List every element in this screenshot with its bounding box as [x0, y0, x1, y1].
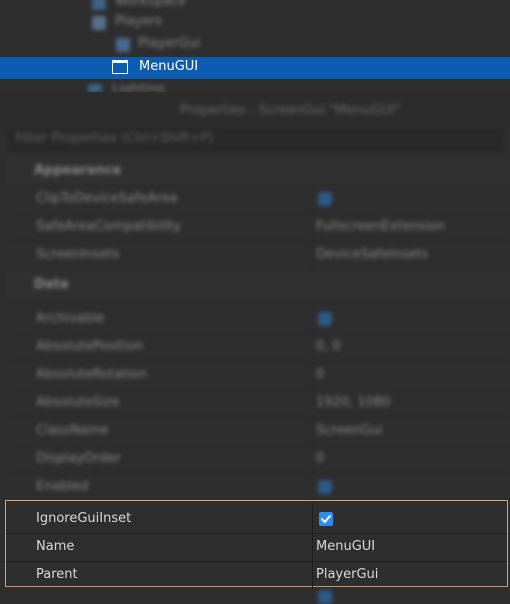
property-value: 1920, 1080 — [316, 395, 391, 410]
property-name: SafeAreaCompatibility — [36, 219, 182, 234]
property-name: IgnoreGuiInset — [36, 511, 132, 526]
property-name: ScreenInsets — [36, 247, 120, 262]
workspace-icon — [92, 0, 106, 10]
section-label: Appearance — [34, 163, 122, 178]
property-row[interactable]: ClipToDeviceSafeArea — [6, 186, 510, 214]
property-row[interactable]: SafeAreaCompatibility FullscreenExtensio… — [6, 214, 510, 242]
name-value-field[interactable]: MenuGUI — [316, 539, 375, 554]
property-row-ignore-gui-inset[interactable]: IgnoreGuiInset — [6, 505, 507, 534]
property-row[interactable]: Archivable — [6, 306, 510, 334]
checkmark-icon — [321, 515, 331, 523]
property-value[interactable]: FullscreenExtension — [316, 219, 445, 234]
property-value: 0 — [316, 367, 325, 382]
tree-item[interactable]: PlayerGui — [0, 34, 510, 56]
highlighted-properties: IgnoreGuiInset Name MenuGUI Parent Playe… — [5, 500, 508, 589]
checkbox[interactable] — [318, 192, 332, 206]
property-row[interactable] — [0, 588, 510, 604]
property-row-parent[interactable]: Parent PlayerGui — [6, 561, 507, 589]
section-header[interactable]: Appearance — [6, 158, 510, 186]
section-label: Data — [34, 277, 69, 292]
players-icon — [92, 16, 106, 30]
property-name: AbsoluteSize — [36, 395, 120, 410]
parent-value-field[interactable]: PlayerGui — [316, 567, 378, 582]
property-row[interactable]: AbsolutePosition 0, 0 — [6, 334, 510, 362]
properties-title-bar: Properties - ScreenGui "MenuGUI" — [0, 92, 510, 129]
tree-item-label: Players — [115, 14, 163, 29]
section-header[interactable]: Data — [6, 272, 510, 300]
tree-item-label: MenuGUI — [139, 59, 199, 74]
property-name: Parent — [36, 567, 78, 582]
filter-placeholder: Filter Properties (Ctrl+Shift+P) — [15, 131, 214, 146]
checkbox[interactable] — [318, 480, 332, 494]
explorer-panel: Workspace Players PlayerGui MenuGUI Ligh… — [0, 0, 510, 92]
property-name: ClassName — [36, 423, 109, 438]
property-value: 0, 0 — [316, 339, 341, 354]
property-value[interactable]: DeviceSafeInsets — [316, 247, 428, 262]
property-row-name[interactable]: Name MenuGUI — [6, 533, 507, 562]
property-name: AbsolutePosition — [36, 339, 144, 354]
property-name: Enabled — [36, 479, 89, 494]
starter-gui-icon — [88, 84, 102, 92]
screen-gui-icon — [112, 60, 128, 74]
property-name: Archivable — [36, 311, 105, 326]
property-name: DisplayOrder — [36, 451, 121, 466]
property-row[interactable]: Enabled — [6, 474, 510, 502]
property-value: ScreenGui — [316, 423, 383, 438]
property-name: ClipToDeviceSafeArea — [36, 191, 178, 206]
filter-input[interactable]: Filter Properties (Ctrl+Shift+P) — [6, 126, 506, 154]
property-name: AbsoluteRotation — [36, 367, 148, 382]
property-row[interactable]: DisplayOrder 0 — [6, 446, 510, 474]
tree-item[interactable]: Lighting — [0, 80, 510, 92]
tree-item-label: Workspace — [115, 0, 187, 9]
property-row[interactable]: ClassName ScreenGui — [6, 418, 510, 446]
ignore-gui-inset-checkbox[interactable] — [319, 512, 333, 526]
property-row[interactable]: ScreenInsets DeviceSafeInsets — [6, 242, 510, 270]
tree-item[interactable]: Players — [0, 12, 510, 34]
tree-item-label: PlayerGui — [138, 36, 201, 51]
property-value[interactable]: 0 — [316, 451, 324, 466]
property-row[interactable]: AbsoluteRotation 0 — [6, 362, 510, 390]
property-row[interactable]: AbsoluteSize 1920, 1080 — [6, 390, 510, 418]
property-name: Name — [36, 539, 75, 554]
tree-item-label: Lighting — [112, 82, 165, 92]
properties-title: Properties - ScreenGui "MenuGUI" — [180, 103, 401, 118]
folder-icon — [116, 38, 130, 52]
tree-item-selected[interactable]: MenuGUI — [0, 57, 510, 79]
checkbox[interactable] — [318, 312, 332, 326]
